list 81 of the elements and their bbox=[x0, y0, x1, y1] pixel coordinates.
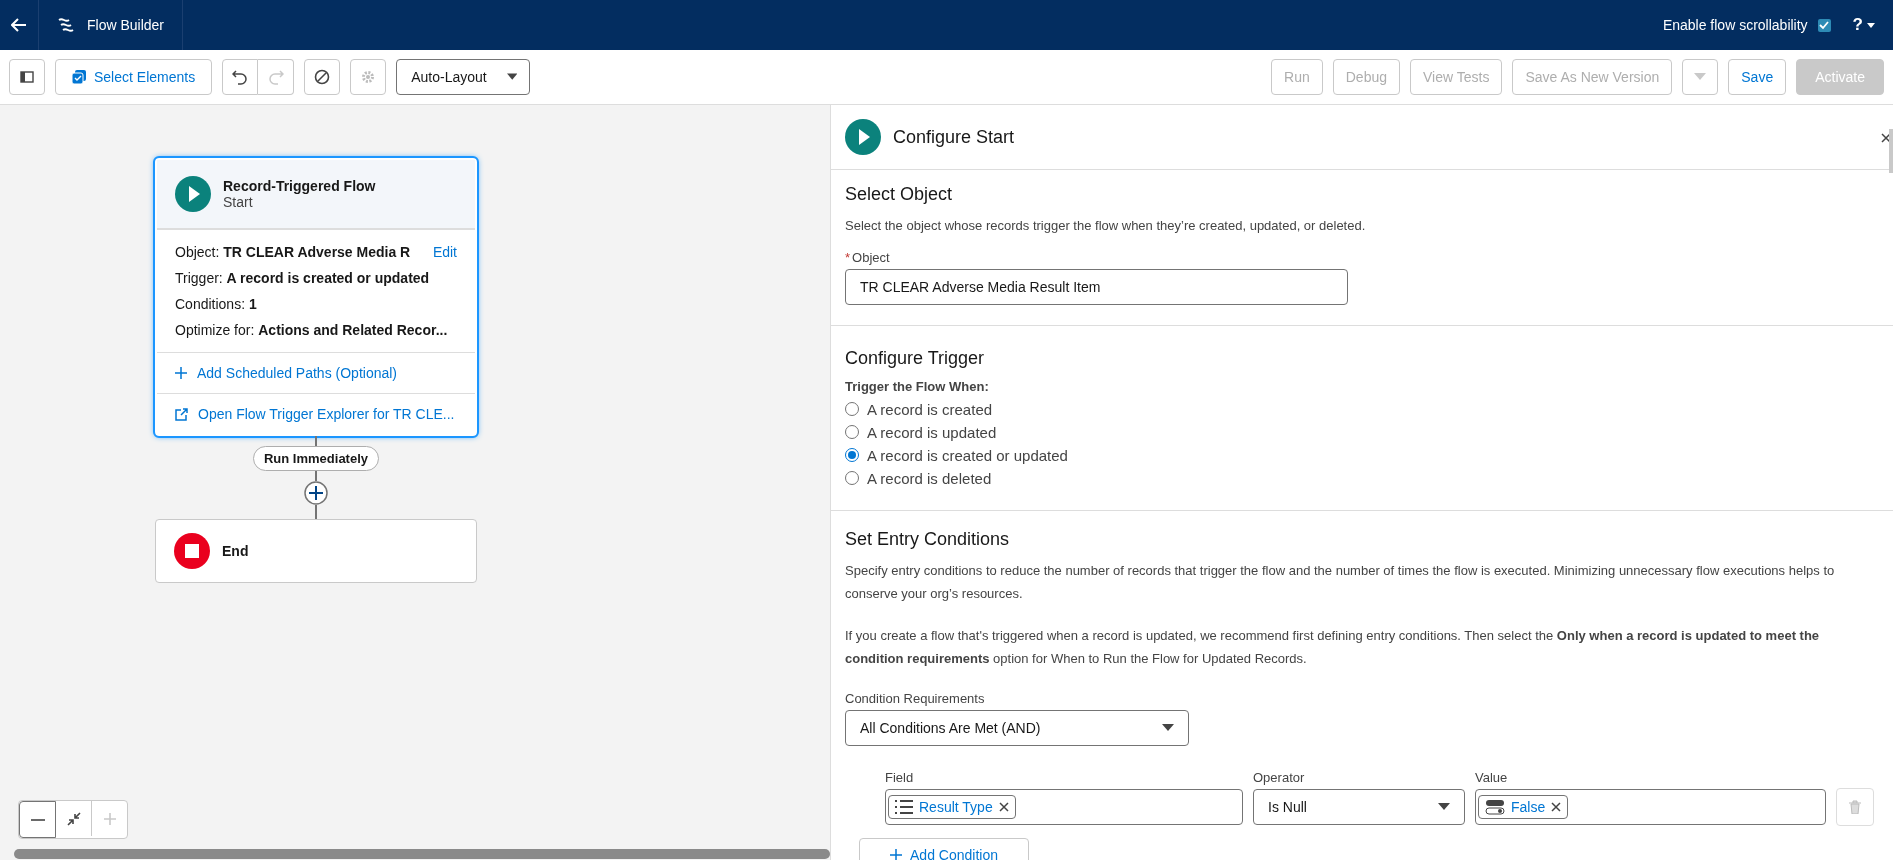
scrollability-checkbox[interactable] bbox=[1817, 18, 1831, 32]
settings-icon bbox=[361, 70, 376, 84]
zoom-out-icon bbox=[30, 818, 45, 821]
node-detail: Trigger: A record is created or updated bbox=[175, 270, 430, 286]
scrollability-label: Enable flow scrollability bbox=[1662, 17, 1808, 33]
zoom-out-button[interactable] bbox=[19, 801, 56, 838]
connector-label: Run Immediately bbox=[253, 446, 379, 471]
start-node[interactable] bbox=[155, 158, 477, 436]
requirements-dropdown[interactable]: All Conditions Are Met (AND) bbox=[845, 709, 1189, 746]
field-input[interactable]: Result Type bbox=[885, 788, 1243, 825]
plus-icon bbox=[890, 848, 902, 860]
external-link-icon bbox=[175, 407, 188, 421]
radio-label[interactable]: A record is created bbox=[867, 400, 993, 418]
node-detail: Object: TR CLEAR Adverse Media R bbox=[175, 244, 411, 260]
column-label: Field bbox=[885, 769, 915, 785]
section-heading: Set Entry Conditions bbox=[845, 528, 1011, 550]
panel-toggle-button[interactable] bbox=[9, 59, 45, 95]
sidebar-icon bbox=[20, 71, 34, 83]
layout-dropdown[interactable]: Auto-Layout bbox=[396, 59, 531, 95]
panel-title: Configure Start bbox=[893, 126, 1015, 148]
prohibited-icon bbox=[314, 69, 331, 85]
section-heading: Configure Trigger bbox=[845, 347, 986, 369]
section-description: If you create a flow that's triggered when a record is updated, we recommend first defining entry conditions. Then select the Only when a record is updated to meet the condition requirements option for When to Run the Flow for Updated Records. bbox=[845, 627, 1821, 668]
checkbox-stack-icon bbox=[72, 70, 86, 84]
caret-icon bbox=[506, 73, 518, 81]
close-icon[interactable] bbox=[998, 801, 1009, 812]
edit-link[interactable]: Edit bbox=[432, 244, 457, 260]
caret-icon bbox=[1694, 73, 1707, 81]
undo-button[interactable] bbox=[222, 59, 259, 95]
section-description: Select the object whose records trigger the flow when they’re created, updated, or deleted. bbox=[845, 217, 1367, 235]
close-icon[interactable] bbox=[1551, 801, 1562, 812]
block-button[interactable] bbox=[304, 59, 341, 95]
scrollbar[interactable] bbox=[1889, 129, 1893, 173]
end-node[interactable]: End bbox=[155, 519, 477, 583]
zoom-in-icon bbox=[101, 810, 118, 827]
list-icon bbox=[895, 799, 913, 814]
node-detail: Optimize for: Actions and Related Recor... bbox=[175, 322, 448, 338]
column-label: Operator bbox=[1253, 769, 1306, 785]
close-icon[interactable] bbox=[1881, 133, 1891, 143]
add-paths-link[interactable]: Add Scheduled Paths (Optional) bbox=[197, 365, 397, 381]
radio-label[interactable]: A record is updated bbox=[867, 423, 997, 441]
play-icon bbox=[845, 119, 881, 155]
app-title: Flow Builder bbox=[87, 17, 165, 33]
caret-icon bbox=[1438, 802, 1450, 811]
value-input[interactable]: False bbox=[1475, 788, 1826, 825]
radio-label[interactable]: A record is deleted bbox=[867, 469, 992, 487]
scrollbar[interactable] bbox=[14, 849, 830, 859]
node-title: End bbox=[222, 543, 249, 559]
help-menu[interactable]: ? bbox=[1852, 15, 1863, 35]
field-label: Object bbox=[852, 249, 890, 265]
back-arrow-icon[interactable] bbox=[11, 18, 27, 32]
toggle-icon bbox=[1485, 798, 1505, 815]
column-label: Value bbox=[1475, 769, 1509, 785]
field-label: Condition Requirements bbox=[845, 690, 986, 706]
node-detail: Conditions: 1 bbox=[175, 296, 257, 312]
play-icon bbox=[175, 176, 211, 212]
object-field[interactable]: TR CLEAR Adverse Media Result Item bbox=[845, 268, 1348, 305]
fit-icon bbox=[65, 810, 82, 827]
caret-icon bbox=[1867, 22, 1875, 28]
stop-icon bbox=[174, 533, 210, 569]
field-label: Trigger the Flow When: bbox=[845, 378, 990, 394]
value-pill[interactable]: False bbox=[1478, 794, 1569, 819]
add-condition-button[interactable]: Add Condition bbox=[859, 837, 1029, 860]
node-subtitle: Start bbox=[223, 194, 254, 210]
toolbar-button[interactable]: Save bbox=[1728, 59, 1787, 95]
section-heading: Select Object bbox=[845, 184, 954, 205]
select-elements-button[interactable]: Select Elements bbox=[55, 59, 213, 95]
radio-label[interactable]: A record is created or updated bbox=[867, 446, 1068, 464]
section-description: Specify entry conditions to reduce the number of records that trigger the flow and the number of times the flow is executed. Minimizing unnecessary flow executions helps to conserve your org’s resources. bbox=[845, 561, 1836, 603]
required-mark: * bbox=[845, 249, 851, 265]
flow-icon bbox=[57, 16, 75, 34]
plus-icon bbox=[175, 367, 187, 379]
redo-icon bbox=[267, 69, 284, 85]
undo-icon bbox=[232, 69, 249, 85]
field-pill[interactable]: Result Type bbox=[888, 794, 1016, 819]
trash-icon bbox=[1849, 799, 1861, 814]
caret-icon bbox=[1162, 723, 1174, 732]
node-title: Record-Triggered Flow bbox=[223, 178, 376, 194]
explorer-link[interactable]: Open Flow Trigger Explorer for TR CLE... bbox=[198, 406, 455, 422]
operator-dropdown[interactable]: Is Null bbox=[1253, 788, 1465, 825]
add-element-icon[interactable] bbox=[304, 481, 328, 505]
